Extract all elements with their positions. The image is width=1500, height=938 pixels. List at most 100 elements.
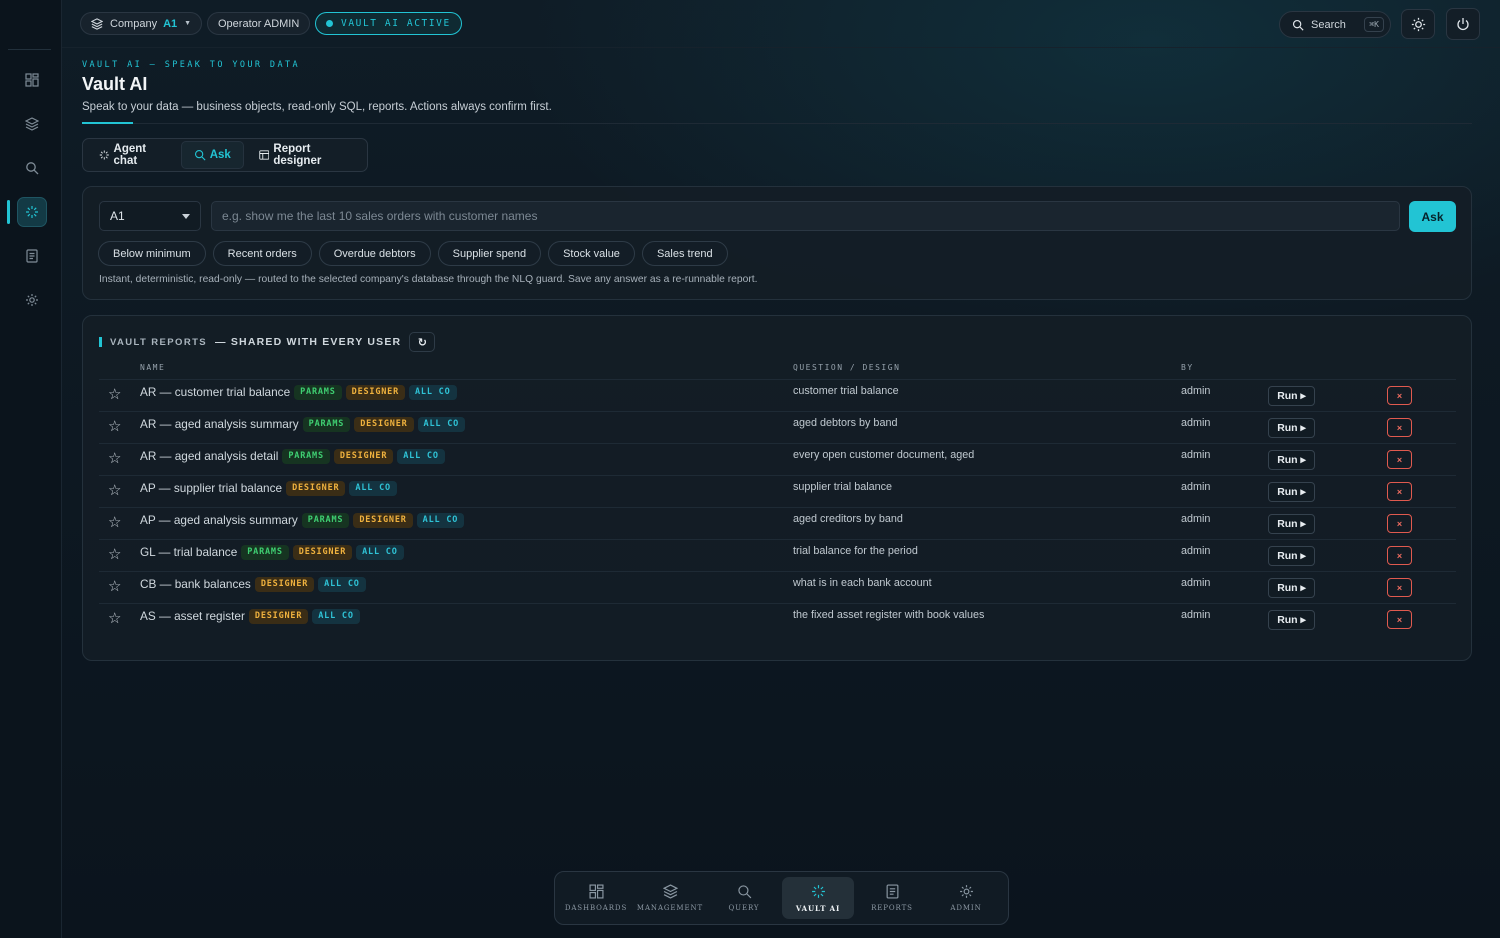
dock-item-management[interactable]: MANAGEMENT	[634, 877, 706, 919]
run-report-button[interactable]: Run ▸	[1268, 450, 1315, 470]
run-report-button[interactable]: Run ▸	[1268, 578, 1315, 598]
suggestion-chip[interactable]: Recent orders	[212, 241, 312, 266]
sparkle-icon	[811, 884, 825, 898]
report-name[interactable]: AR — aged analysis detail	[140, 449, 278, 463]
report-name[interactable]: AP — supplier trial balance	[140, 481, 282, 495]
vault-status-label: VAULT AI ACTIVE	[341, 18, 451, 29]
suggestion-chip[interactable]: Below minimum	[98, 241, 206, 266]
star-icon[interactable]: ☆	[108, 579, 121, 594]
rail-management-button[interactable]	[17, 109, 47, 139]
table-row: ☆ CB — bank balances DESIGNER ALL CO what …	[99, 571, 1456, 603]
delete-report-button[interactable]: ×	[1387, 578, 1412, 597]
dock-item-vault-ai[interactable]: VAULT AI	[782, 877, 854, 919]
sparkle-icon	[26, 206, 38, 218]
report-name-cell: CB — bank balances DESIGNER ALL CO	[140, 577, 366, 592]
suggestion-chip[interactable]: Stock value	[548, 241, 635, 266]
rail-dashboards-button[interactable]	[17, 65, 47, 95]
report-name[interactable]: AR — aged analysis summary	[140, 417, 299, 431]
report-question: aged creditors by band	[793, 513, 903, 525]
star-icon[interactable]: ☆	[108, 483, 121, 498]
page-title: Vault AI	[82, 74, 148, 94]
document-icon	[26, 249, 38, 263]
column-header-by: BY	[1181, 363, 1194, 372]
operator-label: Operator ADMIN	[218, 17, 300, 30]
search-icon	[737, 885, 751, 899]
section-accent-bar	[99, 337, 102, 347]
main-content: VAULT AI — SPEAK TO YOUR DATA Vault AI S…	[82, 60, 1472, 661]
report-name[interactable]: AS — asset register	[140, 609, 245, 623]
company-switcher[interactable]: Company A1 ▼	[80, 12, 203, 35]
run-report-button[interactable]: Run ▸	[1268, 418, 1315, 438]
page-eyebrow: VAULT AI — SPEAK TO YOUR DATA	[82, 60, 301, 70]
refresh-button[interactable]: ↻	[409, 332, 436, 352]
tab-agent-chat[interactable]: Agent chat	[86, 141, 179, 169]
sun-icon	[1411, 17, 1425, 31]
report-name-cell: AS — asset register DESIGNER ALL CO	[140, 609, 360, 624]
delete-report-button[interactable]: ×	[1387, 450, 1412, 469]
suggestion-chips: Below minimum Recent orders Overdue debt…	[98, 241, 728, 266]
dock-item-reports[interactable]: REPORTS	[856, 877, 928, 919]
run-report-button[interactable]: Run ▸	[1268, 546, 1315, 566]
star-icon[interactable]: ☆	[108, 419, 121, 434]
company-select[interactable]: A1	[99, 201, 201, 231]
delete-report-button[interactable]: ×	[1387, 546, 1412, 565]
params-tag: PARAMS	[301, 513, 350, 528]
mode-tabs: Agent chat Ask Report designer	[82, 138, 368, 172]
delete-report-button[interactable]: ×	[1387, 514, 1412, 533]
star-icon[interactable]: ☆	[108, 451, 121, 466]
designer-tag: DESIGNER	[333, 449, 394, 464]
star-icon[interactable]: ☆	[108, 547, 121, 562]
star-icon[interactable]: ☆	[108, 515, 121, 530]
search-label: Search	[1311, 18, 1346, 31]
delete-report-button[interactable]: ×	[1387, 386, 1412, 405]
layout-icon	[259, 150, 270, 160]
chevron-down-icon	[182, 213, 190, 219]
report-question: every open customer document, aged	[793, 449, 975, 461]
delete-report-button[interactable]: ×	[1387, 610, 1412, 629]
dock-item-admin[interactable]: ADMIN	[930, 877, 1002, 919]
global-search-button[interactable]: Search ⌘K	[1279, 11, 1391, 38]
delete-report-button[interactable]: ×	[1387, 418, 1412, 437]
report-question: customer trial balance	[793, 385, 899, 397]
suggestion-chip[interactable]: Overdue debtors	[318, 241, 431, 266]
dock-label: REPORTS	[871, 904, 913, 912]
ask-button[interactable]: Ask	[1409, 201, 1456, 232]
star-icon[interactable]: ☆	[108, 387, 121, 402]
report-name[interactable]: CB — bank balances	[140, 577, 251, 591]
sparkle-icon	[99, 150, 109, 160]
table-row: ☆ GL — trial balance PARAMS DESIGNER ALL CO…	[99, 539, 1456, 571]
tab-ask[interactable]: Ask	[180, 141, 244, 169]
run-report-button[interactable]: Run ▸	[1268, 514, 1315, 534]
tab-report-designer[interactable]: Report designer	[246, 141, 364, 169]
dock-item-dashboards[interactable]: DASHBOARDS	[560, 877, 632, 919]
rail-reports-button[interactable]	[17, 241, 47, 271]
report-name[interactable]: GL — trial balance	[140, 545, 237, 559]
gear-icon	[959, 885, 973, 898]
params-tag: PARAMS	[241, 545, 289, 560]
dock-item-query[interactable]: QUERY	[708, 877, 780, 919]
report-name[interactable]: AR — customer trial balance	[140, 385, 290, 399]
logout-button[interactable]	[1446, 8, 1480, 40]
report-name-cell: AP — aged analysis summary PARAMS DESIGNER…	[140, 513, 465, 528]
search-shortcut: ⌘K	[1364, 17, 1384, 32]
grid-icon	[25, 73, 39, 87]
run-report-button[interactable]: Run ▸	[1268, 482, 1315, 502]
run-report-button[interactable]: Run ▸	[1268, 386, 1315, 406]
all-companies-tag: ALL CO	[318, 577, 366, 592]
report-author: admin	[1181, 545, 1211, 557]
report-name[interactable]: AP — aged analysis summary	[140, 513, 298, 527]
search-icon	[1292, 19, 1304, 31]
rail-vault-ai-button[interactable]	[17, 197, 47, 227]
suggestion-chip[interactable]: Supplier spend	[437, 241, 542, 266]
theme-toggle-button[interactable]	[1401, 9, 1435, 39]
rail-admin-button[interactable]	[17, 285, 47, 315]
delete-report-button[interactable]: ×	[1387, 482, 1412, 501]
question-input[interactable]	[211, 201, 1400, 231]
operator-badge: Operator ADMIN	[207, 12, 311, 35]
rail-query-button[interactable]	[17, 153, 47, 183]
run-report-button[interactable]: Run ▸	[1268, 610, 1315, 630]
gear-icon	[26, 294, 38, 306]
designer-tag: DESIGNER	[254, 577, 315, 592]
suggestion-chip[interactable]: Sales trend	[641, 241, 728, 266]
star-icon[interactable]: ☆	[108, 611, 121, 626]
